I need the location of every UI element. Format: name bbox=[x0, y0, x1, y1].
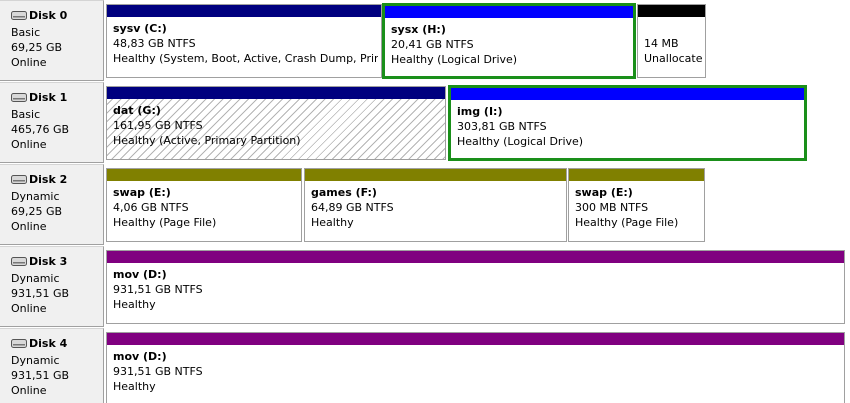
partition-block[interactable]: mov (D:) 931,51 GB NTFS Healthy bbox=[106, 332, 845, 403]
disk-status: Online bbox=[11, 302, 47, 315]
partition-status: Healthy bbox=[113, 298, 156, 311]
partition-size: 303,81 GB NTFS bbox=[457, 120, 547, 133]
partition-status: Healthy (Logical Drive) bbox=[391, 53, 518, 66]
partition-status: Healthy (System, Boot, Active, Crash Dum… bbox=[113, 52, 378, 65]
partition-name: dat (G:) bbox=[113, 104, 161, 117]
disk-type: Basic bbox=[11, 108, 41, 121]
disk-type: Basic bbox=[11, 26, 41, 39]
disk-name: Disk 3 bbox=[29, 254, 68, 268]
disk-status: Online bbox=[11, 138, 47, 151]
partition-size: 931,51 GB NTFS bbox=[113, 283, 203, 296]
disk-label-cell[interactable]: Disk 1 Basic 465,76 GB Online bbox=[0, 82, 104, 163]
disk-row-1: Disk 1 Basic 465,76 GB Online dat (G:) 1… bbox=[0, 82, 850, 163]
partition-block[interactable]: sysv (C:) 48,83 GB NTFS Healthy (System,… bbox=[106, 4, 382, 78]
partition-name: img (I:) bbox=[457, 105, 503, 118]
partition-size: 14 MB bbox=[644, 37, 679, 50]
disk-type: Dynamic bbox=[11, 272, 60, 285]
partition-bar-logical bbox=[451, 88, 804, 100]
disk-drive-icon bbox=[11, 174, 27, 184]
partition-status: Unallocated bbox=[644, 52, 702, 65]
disk-size: 69,25 GB bbox=[11, 41, 63, 54]
partition-block[interactable]: games (F:) 64,89 GB NTFS Healthy bbox=[304, 168, 567, 242]
partition-name: swap (E:) bbox=[113, 186, 171, 199]
partition-name: mov (D:) bbox=[113, 268, 167, 281]
partition-block[interactable]: swap (E:) 4,06 GB NTFS Healthy (Page Fil… bbox=[106, 168, 302, 242]
disk-status: Online bbox=[11, 56, 47, 69]
partition-block-selected[interactable]: sysx (H:) 20,41 GB NTFS Healthy (Logical… bbox=[384, 5, 634, 77]
disk-name: Disk 0 bbox=[29, 8, 68, 22]
disk-name: Disk 4 bbox=[29, 336, 68, 350]
disk-label-cell[interactable]: Disk 0 Basic 69,25 GB Online bbox=[0, 0, 104, 81]
disk-label-cell[interactable]: Disk 3 Dynamic 931,51 GB Online bbox=[0, 246, 104, 327]
partition-status: Healthy (Page File) bbox=[113, 216, 217, 229]
disk-drive-icon bbox=[11, 256, 27, 266]
partition-block[interactable]: mov (D:) 931,51 GB NTFS Healthy bbox=[106, 250, 845, 324]
partition-block[interactable]: dat (G:) 161,95 GB NTFS Healthy (Active,… bbox=[106, 86, 446, 160]
disk-name: Disk 2 bbox=[29, 172, 68, 186]
disk-row-3: Disk 3 Dynamic 931,51 GB Online mov (D:)… bbox=[0, 246, 850, 327]
disk-size: 931,51 GB bbox=[11, 369, 70, 382]
partition-size: 20,41 GB NTFS bbox=[391, 38, 474, 51]
partition-name: mov (D:) bbox=[113, 350, 167, 363]
partition-name: swap (E:) bbox=[575, 186, 633, 199]
partition-bar-primary bbox=[107, 87, 445, 99]
partition-bar-spanned bbox=[107, 333, 844, 345]
partition-bar-simple bbox=[569, 169, 704, 181]
disk-name: Disk 1 bbox=[29, 90, 68, 104]
partition-bar-unallocated bbox=[638, 5, 705, 17]
unallocated-block[interactable]: 14 MB Unallocated bbox=[637, 4, 706, 78]
partition-size: 161,95 GB NTFS bbox=[113, 119, 203, 132]
partition-bar-simple bbox=[305, 169, 566, 181]
partition-size: 64,89 GB NTFS bbox=[311, 201, 394, 214]
disk-status: Online bbox=[11, 384, 47, 397]
disk-drive-icon bbox=[11, 10, 27, 20]
partition-block[interactable]: swap (E:) 300 MB NTFS Healthy (Page File… bbox=[568, 168, 705, 242]
partition-status: Healthy bbox=[311, 216, 354, 229]
partition-bar-primary bbox=[107, 5, 381, 17]
disk-size: 931,51 GB bbox=[11, 287, 70, 300]
disk-row-0: Disk 0 Basic 69,25 GB Online sysv (C:) 4… bbox=[0, 0, 850, 81]
partition-size: 931,51 GB NTFS bbox=[113, 365, 203, 378]
partition-name: games (F:) bbox=[311, 186, 377, 199]
partition-size: 300 MB NTFS bbox=[575, 201, 649, 214]
partition-status: Healthy (Active, Primary Partition) bbox=[113, 134, 301, 147]
disk-label-cell[interactable]: Disk 2 Dynamic 69,25 GB Online bbox=[0, 164, 104, 245]
disk-type: Dynamic bbox=[11, 190, 60, 203]
disk-size: 465,76 GB bbox=[11, 123, 70, 136]
partition-bar-spanned bbox=[107, 251, 844, 263]
partition-status: Healthy (Page File) bbox=[575, 216, 679, 229]
partition-block-selected[interactable]: img (I:) 303,81 GB NTFS Healthy (Logical… bbox=[450, 87, 805, 159]
partition-bar-simple bbox=[107, 169, 301, 181]
partition-size: 48,83 GB NTFS bbox=[113, 37, 196, 50]
disk-status: Online bbox=[11, 220, 47, 233]
disk-row-4: Disk 4 Dynamic 931,51 GB Online mov (D:)… bbox=[0, 328, 850, 403]
disk-drive-icon bbox=[11, 92, 27, 102]
disk-drive-icon bbox=[11, 338, 27, 348]
partition-name: sysx (H:) bbox=[391, 23, 446, 36]
partition-status: Healthy (Logical Drive) bbox=[457, 135, 584, 148]
partition-status: Healthy bbox=[113, 380, 156, 393]
disk-type: Dynamic bbox=[11, 354, 60, 367]
disk-row-2: Disk 2 Dynamic 69,25 GB Online swap (E:)… bbox=[0, 164, 850, 245]
partition-name: sysv (C:) bbox=[113, 22, 167, 35]
disk-size: 69,25 GB bbox=[11, 205, 63, 218]
disk-label-cell[interactable]: Disk 4 Dynamic 931,51 GB Online bbox=[0, 328, 104, 403]
partition-bar-logical bbox=[385, 6, 633, 18]
partition-size: 4,06 GB NTFS bbox=[113, 201, 189, 214]
